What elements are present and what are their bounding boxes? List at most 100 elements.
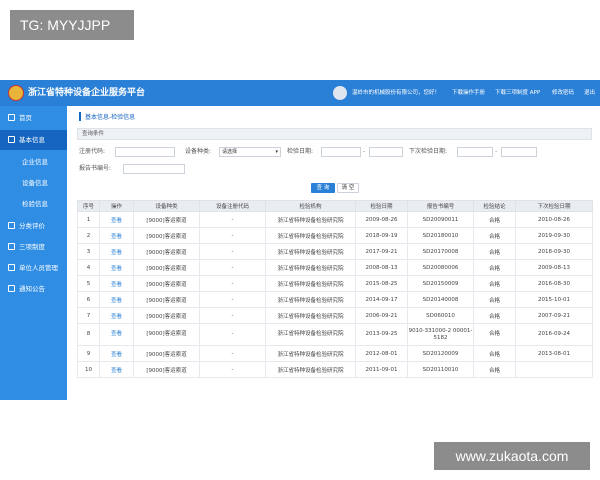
column-header: 检验机构 — [265, 200, 356, 212]
table-cell: 2009-08-13 — [515, 259, 593, 276]
table-cell: SD20140008 — [407, 291, 474, 308]
report-no-label: 报告书编号: — [79, 165, 112, 172]
view-link[interactable]: 查看 — [99, 227, 134, 244]
table-cell: 2016-08-30 — [515, 275, 593, 292]
sidebar-item-notices[interactable]: 通知公告 — [0, 279, 67, 299]
table-cell: 浙江省特种设备检验研究院 — [265, 211, 356, 228]
table-cell: - — [199, 291, 266, 308]
table-cell: 浙江省特种设备检验研究院 — [265, 323, 356, 346]
table-cell: [9000]客运索道 — [133, 211, 200, 228]
view-link[interactable]: 查看 — [99, 345, 134, 362]
sidebar-sub-device[interactable]: 设备信息 — [0, 173, 67, 193]
table-cell: SD20150009 — [407, 275, 474, 292]
table-cell: 2016-09-24 — [515, 323, 593, 346]
device-type-label: 设备种类: — [185, 148, 212, 155]
table-cell: 4 — [77, 259, 100, 276]
table-cell: 2 — [77, 227, 100, 244]
table-cell: SD20180010 — [407, 227, 474, 244]
table-cell: 浙江省特种设备检验研究院 — [265, 361, 356, 378]
sidebar-item-basic-info[interactable]: 基本信息 — [0, 130, 67, 150]
logout-link[interactable]: 退出 — [584, 80, 595, 106]
chevron-down-icon: ▾ — [275, 149, 278, 155]
view-link[interactable]: 查看 — [99, 259, 134, 276]
view-link[interactable]: 查看 — [99, 211, 134, 228]
next-date-label: 下次检验日期: — [409, 148, 448, 155]
table-cell: 浙江省特种设备检验研究院 — [265, 259, 356, 276]
table-cell: 合格 — [473, 227, 516, 244]
check-date-start[interactable] — [321, 147, 361, 157]
download-manual-link[interactable]: 下载操作手册 — [452, 80, 485, 106]
sidebar-sub-inspection[interactable]: 检验信息 — [0, 194, 67, 214]
device-type-select[interactable]: 请选择 ▾ — [219, 147, 281, 157]
table-cell: 2010-08-26 — [515, 211, 593, 228]
app-window: 浙江省特种设备企业服务平台 温岭市的机械股份有限公司，您好！ 下载操作手册 下载… — [0, 80, 600, 400]
table-cell: 合格 — [473, 211, 516, 228]
next-date-start[interactable] — [457, 147, 493, 157]
emblem-icon — [8, 85, 24, 101]
rating-icon — [8, 222, 15, 229]
main-content: 基本信息-检验信息 查询条件 注册代码: 设备种类: 请选择 ▾ 检验日期: -… — [67, 106, 600, 400]
column-header: 报告书编号 — [407, 200, 474, 212]
table-cell: 合格 — [473, 323, 516, 346]
sidebar-item-staff[interactable]: 单位人员管理 — [0, 258, 67, 278]
reg-code-input[interactable] — [115, 147, 175, 157]
table-cell: SD20080006 — [407, 259, 474, 276]
table-row: 2 查看 [9000]客运索道 - 浙江省特种设备检验研究院 2018-09-19 SD20… — [77, 227, 593, 244]
view-link[interactable]: 查看 — [99, 243, 134, 260]
table-cell: 浙江省特种设备检验研究院 — [265, 243, 356, 260]
table-cell: 2017-09-21 — [355, 243, 408, 260]
view-link[interactable]: 查看 — [99, 323, 134, 346]
view-link[interactable]: 查看 — [99, 291, 134, 308]
table-cell: [9000]客运索道 — [133, 345, 200, 362]
table-cell: 2018-09-19 — [355, 227, 408, 244]
table-cell: 2013-09-25 — [355, 323, 408, 346]
table-cell: 2008-08-13 — [355, 259, 408, 276]
home-icon — [8, 114, 15, 121]
document-icon — [8, 136, 15, 143]
table-cell: 2007-09-21 — [515, 307, 593, 324]
report-no-input[interactable] — [123, 164, 185, 174]
table-row: 3 查看 [9000]客运索道 - 浙江省特种设备检验研究院 2017-09-21 SD20… — [77, 243, 593, 260]
next-date-end[interactable] — [501, 147, 537, 157]
table-cell: 2015-10-01 — [515, 291, 593, 308]
top-header: 浙江省特种设备企业服务平台 温岭市的机械股份有限公司，您好！ 下载操作手册 下载… — [0, 80, 600, 106]
clear-button[interactable]: 清 空 — [337, 183, 359, 193]
view-link[interactable]: 查看 — [99, 361, 134, 378]
table-cell: 2011-09-01 — [355, 361, 408, 378]
table-cell: 合格 — [473, 259, 516, 276]
table-cell: 7 — [77, 307, 100, 324]
download-app-link[interactable]: 下载三项制度 APP — [495, 80, 540, 106]
query-panel-title: 查询条件 — [77, 128, 592, 140]
users-icon — [8, 264, 15, 271]
table-cell: SD20120009 — [407, 345, 474, 362]
column-header: 检验日期 — [355, 200, 408, 212]
rules-icon — [8, 243, 15, 250]
table-row: 8 查看 [9000]客运索道 - 浙江省特种设备检验研究院 2013-09-25 9010… — [77, 323, 593, 346]
table-cell: 2013-08-01 — [515, 345, 593, 362]
table-row: 4 查看 [9000]客运索道 - 浙江省特种设备检验研究院 2008-08-13 SD20… — [77, 259, 593, 276]
sidebar-item-home[interactable]: 首页 — [0, 108, 67, 128]
table-cell: 8 — [77, 323, 100, 346]
table-cell: 浙江省特种设备检验研究院 — [265, 227, 356, 244]
table-cell: 2006-09-21 — [355, 307, 408, 324]
table-cell: 2009-08-26 — [355, 211, 408, 228]
table-cell: 合格 — [473, 361, 516, 378]
column-header: 设备注册代码 — [199, 200, 266, 212]
table-cell: SD20170008 — [407, 243, 474, 260]
check-date-end[interactable] — [369, 147, 403, 157]
change-password-link[interactable]: 修改密码 — [552, 80, 574, 106]
table-header-row: 序号 操作 设备种类 设备注册代码 检验机构 检验日期 报告书编号 检验结论 下次检验日期 — [77, 200, 593, 212]
table-row: 1 查看 [9000]客运索道 - 浙江省特种设备检验研究院 2009-08-26 SD20… — [77, 211, 593, 228]
sidebar-sub-company[interactable]: 企业信息 — [0, 152, 67, 172]
query-button[interactable]: 查 询 — [311, 183, 335, 193]
user-avatar-icon[interactable] — [333, 86, 347, 100]
view-link[interactable]: 查看 — [99, 275, 134, 292]
table-cell: 1 — [77, 211, 100, 228]
sidebar-item-three-systems[interactable]: 三项制度 — [0, 237, 67, 257]
sidebar: 首页 基本信息 企业信息 设备信息 检验信息 分类评价 三项制度 单位人员管理 … — [0, 106, 67, 400]
table-cell: 2019-09-30 — [515, 227, 593, 244]
sidebar-item-evaluation[interactable]: 分类评价 — [0, 216, 67, 236]
table-cell: 6 — [77, 291, 100, 308]
table-cell: [9000]客运索道 — [133, 227, 200, 244]
view-link[interactable]: 查看 — [99, 307, 134, 324]
